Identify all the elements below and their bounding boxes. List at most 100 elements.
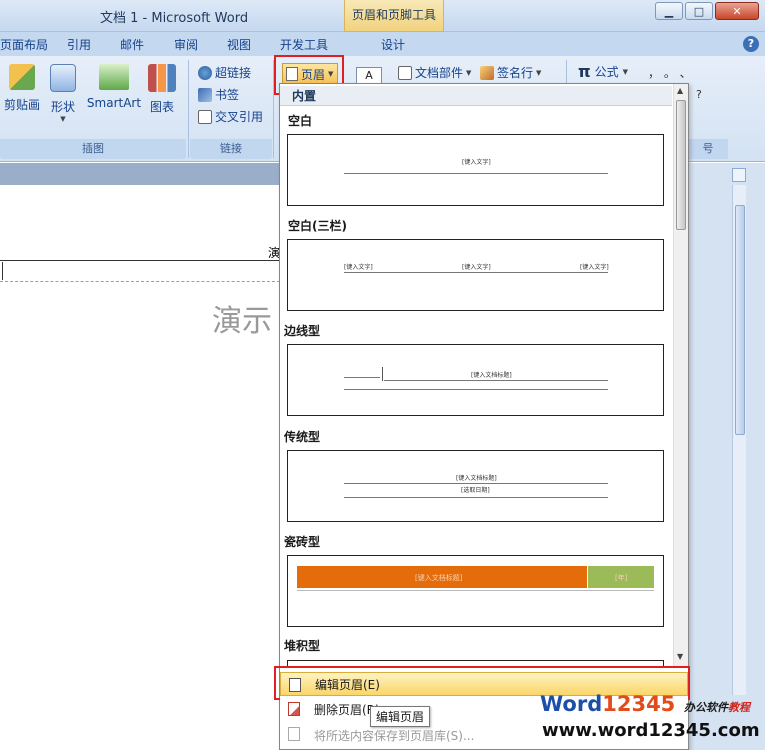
chevron-down-icon: ▼ <box>466 68 472 77</box>
chevron-down-icon: ▼ <box>60 115 66 123</box>
template-rule <box>297 590 654 591</box>
equation-button[interactable]: π 公式 ▼ <box>578 62 628 81</box>
ribbon-tab-row: 页面布局 引用 邮件 审阅 视图 开发工具 设计 ? <box>0 32 765 56</box>
tab-mailings[interactable]: 邮件 <box>120 36 144 53</box>
window-controls: ▁ □ ✕ <box>655 2 759 20</box>
symbols-group-label: 号 <box>688 139 728 159</box>
bookmark-button[interactable]: 书签 <box>198 86 239 103</box>
document-page[interactable] <box>0 163 280 750</box>
links-group-label: 链接 <box>190 139 272 159</box>
header-footer-tools-tab[interactable]: 页眉和页脚工具 <box>344 0 444 32</box>
save-selection-icon <box>288 727 300 741</box>
tab-design[interactable]: 设计 <box>381 36 405 53</box>
document-scrollbar-thumb[interactable] <box>735 205 745 435</box>
tab-page-layout[interactable]: 页面布局 <box>0 36 48 53</box>
shapes-label: 形状 <box>50 100 75 114</box>
illustrations-group-label: 插图 <box>0 139 186 159</box>
template-sideline[interactable]: [键入文档标题] <box>287 344 664 416</box>
window-title: 文档 1 - Microsoft Word <box>100 11 249 26</box>
chevron-down-icon: ▼ <box>622 67 629 76</box>
shapes-button[interactable]: 形状 ▼ <box>48 64 78 123</box>
help-icon[interactable]: ? <box>743 36 759 52</box>
quick-parts-icon <box>398 65 412 80</box>
template-name-traditional: 传统型 <box>284 430 321 444</box>
header-button-label: 页眉 <box>301 67 326 82</box>
scroll-down-icon[interactable]: ▼ <box>677 652 683 661</box>
save-to-gallery-label: 将所选内容保存到页眉库(S)... <box>314 728 475 743</box>
placeholder-text: [键入文字] <box>580 264 609 271</box>
symbols-row[interactable]: ， 。 、 <box>648 64 692 81</box>
gallery-scrollbar-thumb[interactable] <box>676 100 686 230</box>
template-traditional[interactable]: [键入文档标题] [选取日期] <box>287 450 664 522</box>
quick-parts-button[interactable]: 文档部件 ▼ <box>398 64 471 81</box>
template-name-stacked: 堆积型 <box>284 639 321 653</box>
pi-icon: π <box>578 62 591 81</box>
template-rule <box>344 272 608 273</box>
right-pane <box>688 163 765 750</box>
tab-view[interactable]: 视图 <box>227 36 251 53</box>
template-rule <box>344 497 608 498</box>
hyperlink-button[interactable]: 超链接 <box>198 64 251 81</box>
remove-header-icon <box>288 702 300 716</box>
equation-label: 公式 <box>594 65 619 79</box>
header-border <box>0 260 280 261</box>
tab-developer[interactable]: 开发工具 <box>280 36 328 53</box>
watermark-brand-number: 12345 <box>602 692 676 716</box>
chart-label: 图表 <box>149 100 174 114</box>
placeholder-text: [选取日期] <box>461 487 490 494</box>
placeholder-text: [键入文字] <box>344 264 373 271</box>
clip-art-button[interactable]: 剪贴画 <box>2 64 42 113</box>
template-blank-three-column[interactable]: [键入文字] [键入文字] [键入文字] <box>287 239 664 311</box>
template-rule <box>344 173 608 174</box>
placeholder-text: [键入文字] <box>462 159 491 166</box>
chevron-down-icon: ▼ <box>536 68 542 77</box>
template-blank[interactable]: [键入文字] <box>287 134 664 206</box>
minimize-button[interactable]: ▁ <box>655 2 683 20</box>
signature-line-label: 签名行 <box>497 66 534 80</box>
template-tiles[interactable]: [键入文档标题] [年] <box>287 555 664 627</box>
hyperlink-label: 超链接 <box>215 66 252 80</box>
scroll-up-icon[interactable]: ▲ <box>677 86 683 95</box>
text-cursor <box>2 262 3 280</box>
placeholder-text: [键入文档标题] <box>415 574 463 582</box>
bookmark-label: 书签 <box>215 88 240 102</box>
watermark: Word12345 办公软件教程 www.word12345.com <box>540 690 765 750</box>
template-name-blank-three-column: 空白(三栏) <box>288 219 347 233</box>
tab-references[interactable]: 引用 <box>67 36 91 53</box>
signature-line-button[interactable]: 签名行 ▼ <box>480 64 541 81</box>
template-name-sideline: 边线型 <box>284 324 321 338</box>
tooltip: 编辑页眉 <box>370 706 431 727</box>
hyperlink-icon <box>198 65 212 80</box>
cross-reference-button[interactable]: 交叉引用 <box>198 108 263 125</box>
chart-button[interactable]: 图表 <box>146 64 178 115</box>
chart-icon <box>148 64 176 92</box>
tile-title-bar: [键入文档标题] <box>297 566 587 588</box>
template-name-tiles: 瓷砖型 <box>284 535 321 549</box>
smartart-label: SmartArt <box>86 96 142 110</box>
cross-reference-label: 交叉引用 <box>215 110 264 124</box>
bookmark-icon <box>198 87 212 102</box>
template-divider <box>382 367 383 381</box>
template-rule <box>344 377 380 378</box>
quick-parts-label: 文档部件 <box>415 66 464 80</box>
watermark-url: www.word12345.com <box>542 720 760 741</box>
document-margin <box>0 163 280 185</box>
placeholder-text: [键入文字] <box>462 264 491 271</box>
body-text[interactable]: 演示 <box>212 296 272 340</box>
tab-review[interactable]: 审阅 <box>174 36 198 53</box>
placeholder-text: [键入文档标题] <box>471 372 512 379</box>
tile-year-bar: [年] <box>588 566 654 588</box>
header-separator-dashed <box>0 281 280 282</box>
symbol-more-button[interactable]: ? <box>696 88 702 101</box>
smartart-button[interactable]: SmartArt <box>86 64 142 110</box>
ruler-toggle-icon[interactable] <box>732 168 746 182</box>
group-separator <box>188 60 189 158</box>
clip-art-label: 剪贴画 <box>3 98 40 112</box>
template-name-blank: 空白 <box>288 114 313 128</box>
header-button[interactable]: 页眉 ▼ <box>282 63 338 85</box>
gallery-scrollbar[interactable]: ▲ ▼ <box>673 84 688 666</box>
cross-reference-icon <box>198 109 212 124</box>
close-button[interactable]: ✕ <box>715 2 759 20</box>
document-scrollbar[interactable] <box>732 185 746 695</box>
maximize-button[interactable]: □ <box>685 2 713 20</box>
